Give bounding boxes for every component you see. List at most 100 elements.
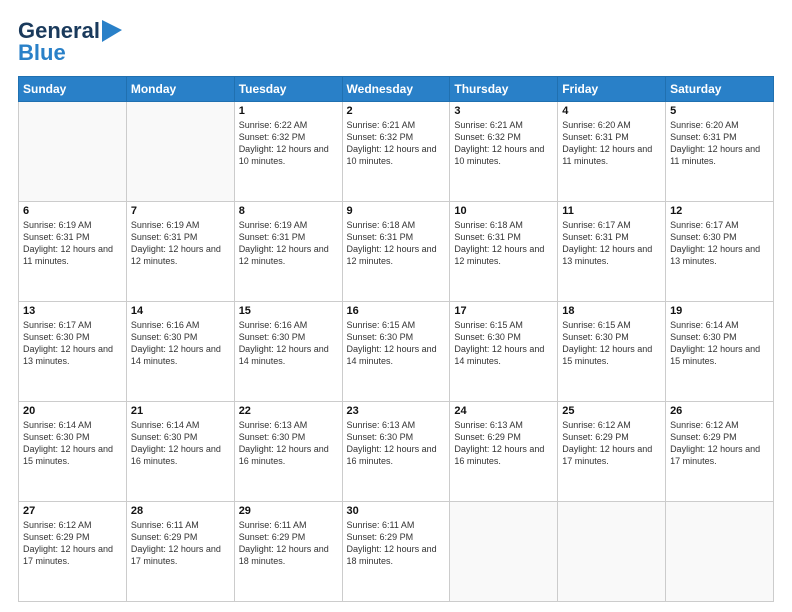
cell-info: Sunrise: 6:20 AM Sunset: 6:31 PM Dayligh… (670, 119, 769, 168)
cell-info: Sunrise: 6:15 AM Sunset: 6:30 PM Dayligh… (347, 319, 446, 368)
logo: General Blue (18, 18, 122, 66)
calendar-cell: 9 Sunrise: 6:18 AM Sunset: 6:31 PM Daylig… (342, 202, 450, 302)
cell-info: Sunrise: 6:13 AM Sunset: 6:29 PM Dayligh… (454, 419, 553, 468)
calendar-table: SundayMondayTuesdayWednesdayThursdayFrid… (18, 76, 774, 602)
day-number: 23 (347, 405, 446, 417)
page: General Blue SundayMondayTuesdayWednesda… (0, 0, 792, 612)
cell-info: Sunrise: 6:11 AM Sunset: 6:29 PM Dayligh… (239, 519, 338, 568)
calendar-cell: 14 Sunrise: 6:16 AM Sunset: 6:30 PM Dayli… (126, 302, 234, 402)
cell-info: Sunrise: 6:11 AM Sunset: 6:29 PM Dayligh… (347, 519, 446, 568)
day-number: 16 (347, 305, 446, 317)
calendar-cell: 22Sunrise: 6:13 AM Sunset: 6:30 PM Dayli… (234, 402, 342, 502)
calendar-week-row: 20 Sunrise: 6:14 AM Sunset: 6:30 PM Dayli… (19, 402, 774, 502)
day-number: 14 (131, 305, 230, 317)
cell-info: Sunrise: 6:18 AM Sunset: 6:31 PM Dayligh… (454, 219, 553, 268)
cell-info: Sunrise: 6:17 AM Sunset: 6:30 PM Dayligh… (23, 319, 122, 368)
calendar-cell: 28 Sunrise: 6:11 AM Sunset: 6:29 PM Dayli… (126, 502, 234, 602)
calendar-cell: 5 Sunrise: 6:20 AM Sunset: 6:31 PM Daylig… (666, 102, 774, 202)
cell-info: Sunrise: 6:21 AM Sunset: 6:32 PM Dayligh… (347, 119, 446, 168)
day-number: 6 (23, 205, 122, 217)
cell-info: Sunrise: 6:15 AM Sunset: 6:30 PM Dayligh… (562, 319, 661, 368)
cell-info: Sunrise: 6:21 AM Sunset: 6:32 PM Dayligh… (454, 119, 553, 168)
day-number: 28 (131, 505, 230, 517)
calendar-cell: 29 Sunrise: 6:11 AM Sunset: 6:29 PM Dayli… (234, 502, 342, 602)
day-header-tuesday: Tuesday (234, 77, 342, 102)
calendar-cell: 30 Sunrise: 6:11 AM Sunset: 6:29 PM Dayli… (342, 502, 450, 602)
day-number: 26 (670, 405, 769, 417)
calendar-cell: 15Sunrise: 6:16 AM Sunset: 6:30 PM Dayli… (234, 302, 342, 402)
day-number: 8 (239, 205, 338, 217)
day-number: 17 (454, 305, 553, 317)
cell-info: Sunrise: 6:12 AM Sunset: 6:29 PM Dayligh… (670, 419, 769, 468)
calendar-cell: 7 Sunrise: 6:19 AM Sunset: 6:31 PM Daylig… (126, 202, 234, 302)
calendar-cell: 13Sunrise: 6:17 AM Sunset: 6:30 PM Dayli… (19, 302, 127, 402)
day-number: 12 (670, 205, 769, 217)
day-number: 24 (454, 405, 553, 417)
day-number: 30 (347, 505, 446, 517)
day-number: 5 (670, 105, 769, 117)
day-number: 21 (131, 405, 230, 417)
cell-info: Sunrise: 6:16 AM Sunset: 6:30 PM Dayligh… (131, 319, 230, 368)
calendar-week-row: 27 Sunrise: 6:12 AM Sunset: 6:29 PM Dayli… (19, 502, 774, 602)
calendar-cell (19, 102, 127, 202)
cell-info: Sunrise: 6:16 AM Sunset: 6:30 PM Dayligh… (239, 319, 338, 368)
day-number: 10 (454, 205, 553, 217)
day-number: 11 (562, 205, 661, 217)
cell-info: Sunrise: 6:18 AM Sunset: 6:31 PM Dayligh… (347, 219, 446, 268)
cell-info: Sunrise: 6:14 AM Sunset: 6:30 PM Dayligh… (670, 319, 769, 368)
calendar-cell: 11 Sunrise: 6:17 AM Sunset: 6:31 PM Dayli… (558, 202, 666, 302)
calendar-cell (126, 102, 234, 202)
calendar-week-row: 13Sunrise: 6:17 AM Sunset: 6:30 PM Dayli… (19, 302, 774, 402)
day-number: 27 (23, 505, 122, 517)
calendar-cell: 8 Sunrise: 6:19 AM Sunset: 6:31 PM Daylig… (234, 202, 342, 302)
calendar-week-row: 6 Sunrise: 6:19 AM Sunset: 6:31 PM Daylig… (19, 202, 774, 302)
cell-info: Sunrise: 6:17 AM Sunset: 6:31 PM Dayligh… (562, 219, 661, 268)
calendar-cell: 4Sunrise: 6:20 AM Sunset: 6:31 PM Daylig… (558, 102, 666, 202)
day-number: 20 (23, 405, 122, 417)
day-number: 18 (562, 305, 661, 317)
day-header-wednesday: Wednesday (342, 77, 450, 102)
calendar-cell: 20Sunrise: 6:14 AM Sunset: 6:30 PM Dayli… (19, 402, 127, 502)
calendar-cell: 23 Sunrise: 6:13 AM Sunset: 6:30 PM Dayli… (342, 402, 450, 502)
day-header-friday: Friday (558, 77, 666, 102)
cell-info: Sunrise: 6:19 AM Sunset: 6:31 PM Dayligh… (23, 219, 122, 268)
calendar-cell: 25Sunrise: 6:12 AM Sunset: 6:29 PM Dayli… (558, 402, 666, 502)
day-header-monday: Monday (126, 77, 234, 102)
day-number: 2 (347, 105, 446, 117)
cell-info: Sunrise: 6:15 AM Sunset: 6:30 PM Dayligh… (454, 319, 553, 368)
calendar-cell: 17 Sunrise: 6:15 AM Sunset: 6:30 PM Dayli… (450, 302, 558, 402)
cell-info: Sunrise: 6:14 AM Sunset: 6:30 PM Dayligh… (131, 419, 230, 468)
cell-info: Sunrise: 6:11 AM Sunset: 6:29 PM Dayligh… (131, 519, 230, 568)
cell-info: Sunrise: 6:12 AM Sunset: 6:29 PM Dayligh… (562, 419, 661, 468)
cell-info: Sunrise: 6:12 AM Sunset: 6:29 PM Dayligh… (23, 519, 122, 568)
calendar-cell: 27 Sunrise: 6:12 AM Sunset: 6:29 PM Dayli… (19, 502, 127, 602)
calendar-cell: 6 Sunrise: 6:19 AM Sunset: 6:31 PM Daylig… (19, 202, 127, 302)
cell-info: Sunrise: 6:13 AM Sunset: 6:30 PM Dayligh… (347, 419, 446, 468)
calendar-cell: 21 Sunrise: 6:14 AM Sunset: 6:30 PM Dayli… (126, 402, 234, 502)
day-header-saturday: Saturday (666, 77, 774, 102)
cell-info: Sunrise: 6:19 AM Sunset: 6:31 PM Dayligh… (131, 219, 230, 268)
day-number: 3 (454, 105, 553, 117)
calendar-cell: 2 Sunrise: 6:21 AM Sunset: 6:32 PM Daylig… (342, 102, 450, 202)
cell-info: Sunrise: 6:19 AM Sunset: 6:31 PM Dayligh… (239, 219, 338, 268)
day-header-sunday: Sunday (19, 77, 127, 102)
day-number: 7 (131, 205, 230, 217)
logo-icon (102, 20, 122, 42)
calendar-header-row: SundayMondayTuesdayWednesdayThursdayFrid… (19, 77, 774, 102)
calendar-cell (558, 502, 666, 602)
cell-info: Sunrise: 6:22 AM Sunset: 6:32 PM Dayligh… (239, 119, 338, 168)
header: General Blue (18, 18, 774, 66)
calendar-week-row: 1Sunrise: 6:22 AM Sunset: 6:32 PM Daylig… (19, 102, 774, 202)
cell-info: Sunrise: 6:13 AM Sunset: 6:30 PM Dayligh… (239, 419, 338, 468)
calendar-cell: 16 Sunrise: 6:15 AM Sunset: 6:30 PM Dayli… (342, 302, 450, 402)
day-header-thursday: Thursday (450, 77, 558, 102)
calendar-cell: 12Sunrise: 6:17 AM Sunset: 6:30 PM Dayli… (666, 202, 774, 302)
day-number: 9 (347, 205, 446, 217)
day-number: 29 (239, 505, 338, 517)
calendar-cell (666, 502, 774, 602)
calendar-cell: 1Sunrise: 6:22 AM Sunset: 6:32 PM Daylig… (234, 102, 342, 202)
calendar-cell: 10 Sunrise: 6:18 AM Sunset: 6:31 PM Dayli… (450, 202, 558, 302)
calendar-cell: 26 Sunrise: 6:12 AM Sunset: 6:29 PM Dayli… (666, 402, 774, 502)
calendar-cell: 24 Sunrise: 6:13 AM Sunset: 6:29 PM Dayli… (450, 402, 558, 502)
calendar-cell: 19Sunrise: 6:14 AM Sunset: 6:30 PM Dayli… (666, 302, 774, 402)
